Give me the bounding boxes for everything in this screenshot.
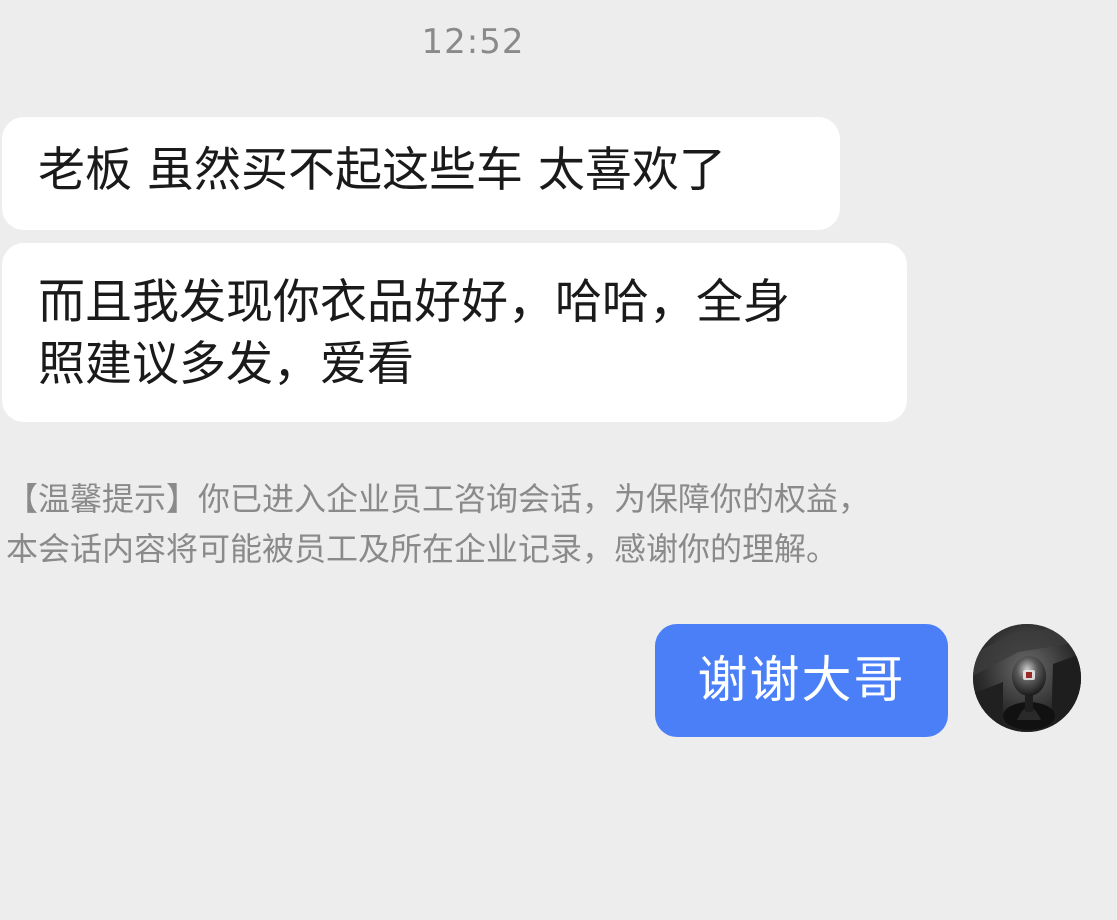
incoming-message-bubble[interactable]: 老板 虽然买不起这些车 太喜欢了 <box>2 117 840 230</box>
message-text-line: 而且我发现你衣品好好，哈哈，全身 <box>38 275 790 330</box>
system-notice-line: 本会话内容将可能被员工及所在企业记录，感谢你的理解。 <box>6 530 839 568</box>
message-text-line: 照建议多发，爱看 <box>38 337 414 392</box>
outgoing-message-bubble[interactable]: 谢谢大哥 <box>655 624 948 737</box>
incoming-message-bubble[interactable]: 而且我发现你衣品好好，哈哈，全身 照建议多发，爱看 <box>2 243 907 422</box>
system-notice: 【温馨提示】你已进入企业员工咨询会话，为保障你的权益， 本会话内容将可能被员工及… <box>6 474 966 574</box>
system-notice-line: 【温馨提示】你已进入企业员工咨询会话，为保障你的权益， <box>6 480 871 518</box>
message-text: 谢谢大哥 <box>697 651 906 709</box>
user-avatar[interactable] <box>973 624 1081 732</box>
message-text: 老板 虽然买不起这些车 太喜欢了 <box>38 143 726 198</box>
car-gear-shifter-avatar-icon <box>973 624 1081 732</box>
message-timestamp: 12:52 <box>421 22 525 62</box>
